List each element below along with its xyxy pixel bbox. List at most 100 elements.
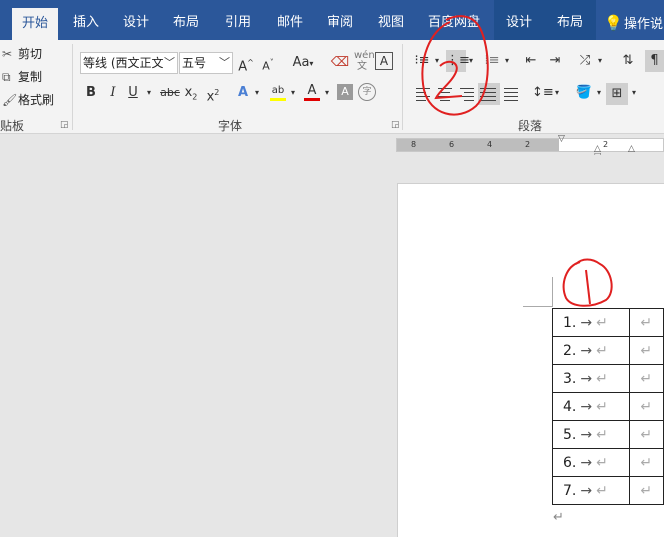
- table-row: 3. → ↵ ↵: [551, 364, 664, 393]
- multilevel-list-button[interactable]: ⁞≡: [482, 50, 502, 72]
- text-effects-button[interactable]: A: [234, 82, 252, 104]
- ruler-tick: 2: [525, 140, 531, 149]
- cut-label: 剪切: [18, 47, 43, 61]
- font-name-select[interactable]: 等线 (西文正文 ﹀: [80, 52, 178, 74]
- copy-button[interactable]: ⧉ 复制: [2, 67, 42, 87]
- table-cell[interactable]: ↵: [629, 336, 664, 365]
- tab-mailings[interactable]: 邮件: [268, 0, 312, 40]
- superscript-button[interactable]: x2: [206, 82, 220, 104]
- distributed-icon[interactable]: [502, 84, 522, 104]
- table-cell[interactable]: 7. → ↵: [551, 476, 631, 505]
- justify-icon[interactable]: [478, 83, 500, 105]
- tab-home[interactable]: 开始: [12, 8, 58, 40]
- numbering-button[interactable]: ⋮≡: [446, 50, 470, 72]
- brush-icon: 🖌: [2, 93, 18, 107]
- tab-insert[interactable]: 插入: [64, 0, 108, 40]
- highlight-button[interactable]: ab: [268, 80, 288, 102]
- first-line-indent-marker[interactable]: ▽: [558, 134, 565, 144]
- sort-button[interactable]: ⇅: [618, 50, 638, 72]
- underline-button[interactable]: U: [126, 82, 140, 104]
- shading-bucket-icon[interactable]: 🪣: [574, 82, 594, 104]
- right-indent-marker[interactable]: △: [628, 144, 635, 154]
- copy-label: 复制: [18, 70, 43, 84]
- table-cell[interactable]: 1. → ↵: [551, 308, 631, 337]
- tab-table-design[interactable]: 设计: [494, 0, 544, 40]
- numbering-dropdown-icon[interactable]: ▾: [467, 50, 475, 72]
- ruler-tick: 6: [449, 140, 455, 149]
- tab-review[interactable]: 审阅: [318, 0, 362, 40]
- bullets-dropdown-icon[interactable]: ▾: [433, 50, 441, 72]
- underline-dropdown-icon[interactable]: ▾: [144, 82, 154, 104]
- table-row: 1. → ↵ ↵: [551, 308, 664, 337]
- table-cell[interactable]: 6. → ↵: [551, 448, 631, 477]
- line-spacing-dropdown-icon[interactable]: ▾: [553, 82, 561, 104]
- tab-table-layout[interactable]: 布局: [544, 0, 596, 40]
- tell-me-box[interactable]: 💡操作说: [604, 0, 663, 40]
- format-painter-button[interactable]: 🖌格式刷: [2, 90, 54, 110]
- show-marks-button[interactable]: ¶: [645, 50, 664, 72]
- table-row: 6. → ↵ ↵: [551, 448, 664, 477]
- table-cell[interactable]: ↵: [629, 448, 664, 477]
- text-effects-dropdown-icon[interactable]: ▾: [252, 82, 262, 104]
- bold-button[interactable]: B: [84, 82, 98, 104]
- ruler-tick: 8: [411, 140, 417, 149]
- list-number: 4.: [563, 398, 577, 415]
- table-cell[interactable]: ↵: [629, 420, 664, 449]
- tab-design[interactable]: 设计: [114, 0, 158, 40]
- table-cell[interactable]: 2. → ↵: [551, 336, 631, 365]
- font-color-button[interactable]: A: [302, 80, 322, 102]
- font-name-value: 等线 (西文正文: [83, 56, 164, 70]
- decrease-indent-button[interactable]: ⇤: [521, 50, 541, 72]
- shading-dropdown-icon[interactable]: ▾: [595, 82, 603, 104]
- borders-dropdown-icon[interactable]: ▾: [630, 82, 638, 104]
- table-cell[interactable]: ↵: [629, 308, 664, 337]
- table-row: 4. → ↵ ↵: [551, 392, 664, 421]
- character-border-button[interactable]: A: [375, 52, 393, 70]
- table-cell[interactable]: ↵: [629, 392, 664, 421]
- italic-button[interactable]: I: [106, 82, 120, 104]
- enclose-characters-button[interactable]: 字: [358, 83, 376, 101]
- chevron-down-icon: ﹀: [164, 56, 175, 69]
- tab-references[interactable]: 引用: [216, 0, 260, 40]
- table-cell[interactable]: ↵: [629, 476, 664, 505]
- tab-view[interactable]: 视图: [369, 0, 413, 40]
- clipboard-launcher-icon[interactable]: ◲: [60, 120, 69, 130]
- pinyin-guide-button[interactable]: wén 文: [354, 50, 375, 72]
- cell-end-mark: ↵: [596, 342, 608, 359]
- table-cell[interactable]: 3. → ↵: [551, 364, 631, 393]
- cut-button[interactable]: ✂ 剪切: [2, 44, 42, 64]
- highlight-dropdown-icon[interactable]: ▾: [288, 82, 298, 104]
- align-left-icon[interactable]: [414, 84, 434, 104]
- grow-font-button[interactable]: A^: [238, 52, 254, 74]
- asian-layout-dropdown-icon[interactable]: ▾: [596, 50, 604, 72]
- shrink-font-button[interactable]: A˅: [260, 52, 276, 74]
- tab-layout[interactable]: 布局: [164, 0, 208, 40]
- tab-baidu-netdisk[interactable]: 百度网盘: [424, 0, 484, 40]
- table-cell[interactable]: 4. → ↵: [551, 392, 631, 421]
- font-size-select[interactable]: 五号 ﹀: [179, 52, 233, 74]
- font-color-dropdown-icon[interactable]: ▾: [322, 82, 332, 104]
- eraser-icon[interactable]: ⌫: [330, 52, 350, 74]
- font-launcher-icon[interactable]: ◲: [391, 120, 400, 130]
- align-center-icon[interactable]: [436, 84, 456, 104]
- table-cell[interactable]: 5. → ↵: [551, 420, 631, 449]
- table-cell[interactable]: ↵: [629, 364, 664, 393]
- horizontal-ruler[interactable]: 8 6 4 2 2: [396, 138, 664, 152]
- change-case-button[interactable]: Aa▾: [288, 52, 318, 74]
- multilevel-dropdown-icon[interactable]: ▾: [503, 50, 511, 72]
- line-spacing-button[interactable]: ↕≡: [532, 82, 554, 104]
- ribbon-home: ✂ 剪切 ⧉ 复制 🖌格式刷 贴板 ◲ 等线 (西文正文 ﹀ 五号 ﹀ A^ A˅ …: [0, 40, 664, 134]
- bullets-button[interactable]: ⁝≡: [412, 50, 432, 72]
- increase-indent-button[interactable]: ⇥: [545, 50, 565, 72]
- borders-button[interactable]: ⊞: [606, 83, 628, 105]
- list-number: 7.: [563, 482, 577, 499]
- list-number: 5.: [563, 426, 577, 443]
- scissors-icon: ✂: [2, 47, 13, 61]
- numbered-table[interactable]: 1. → ↵ ↵ 2. → ↵ ↵ 3. → ↵ ↵ 4. → ↵ ↵ 5. → ↵ ↵ 6. → ↵ …: [551, 308, 664, 505]
- align-right-icon[interactable]: [458, 84, 478, 104]
- asian-layout-button[interactable]: ⤮: [575, 50, 595, 72]
- character-shading-button[interactable]: A: [337, 84, 353, 100]
- ruler-margin-area: [397, 139, 559, 151]
- subscript-button[interactable]: x2: [184, 82, 198, 104]
- strikethrough-button[interactable]: abc: [160, 82, 180, 104]
